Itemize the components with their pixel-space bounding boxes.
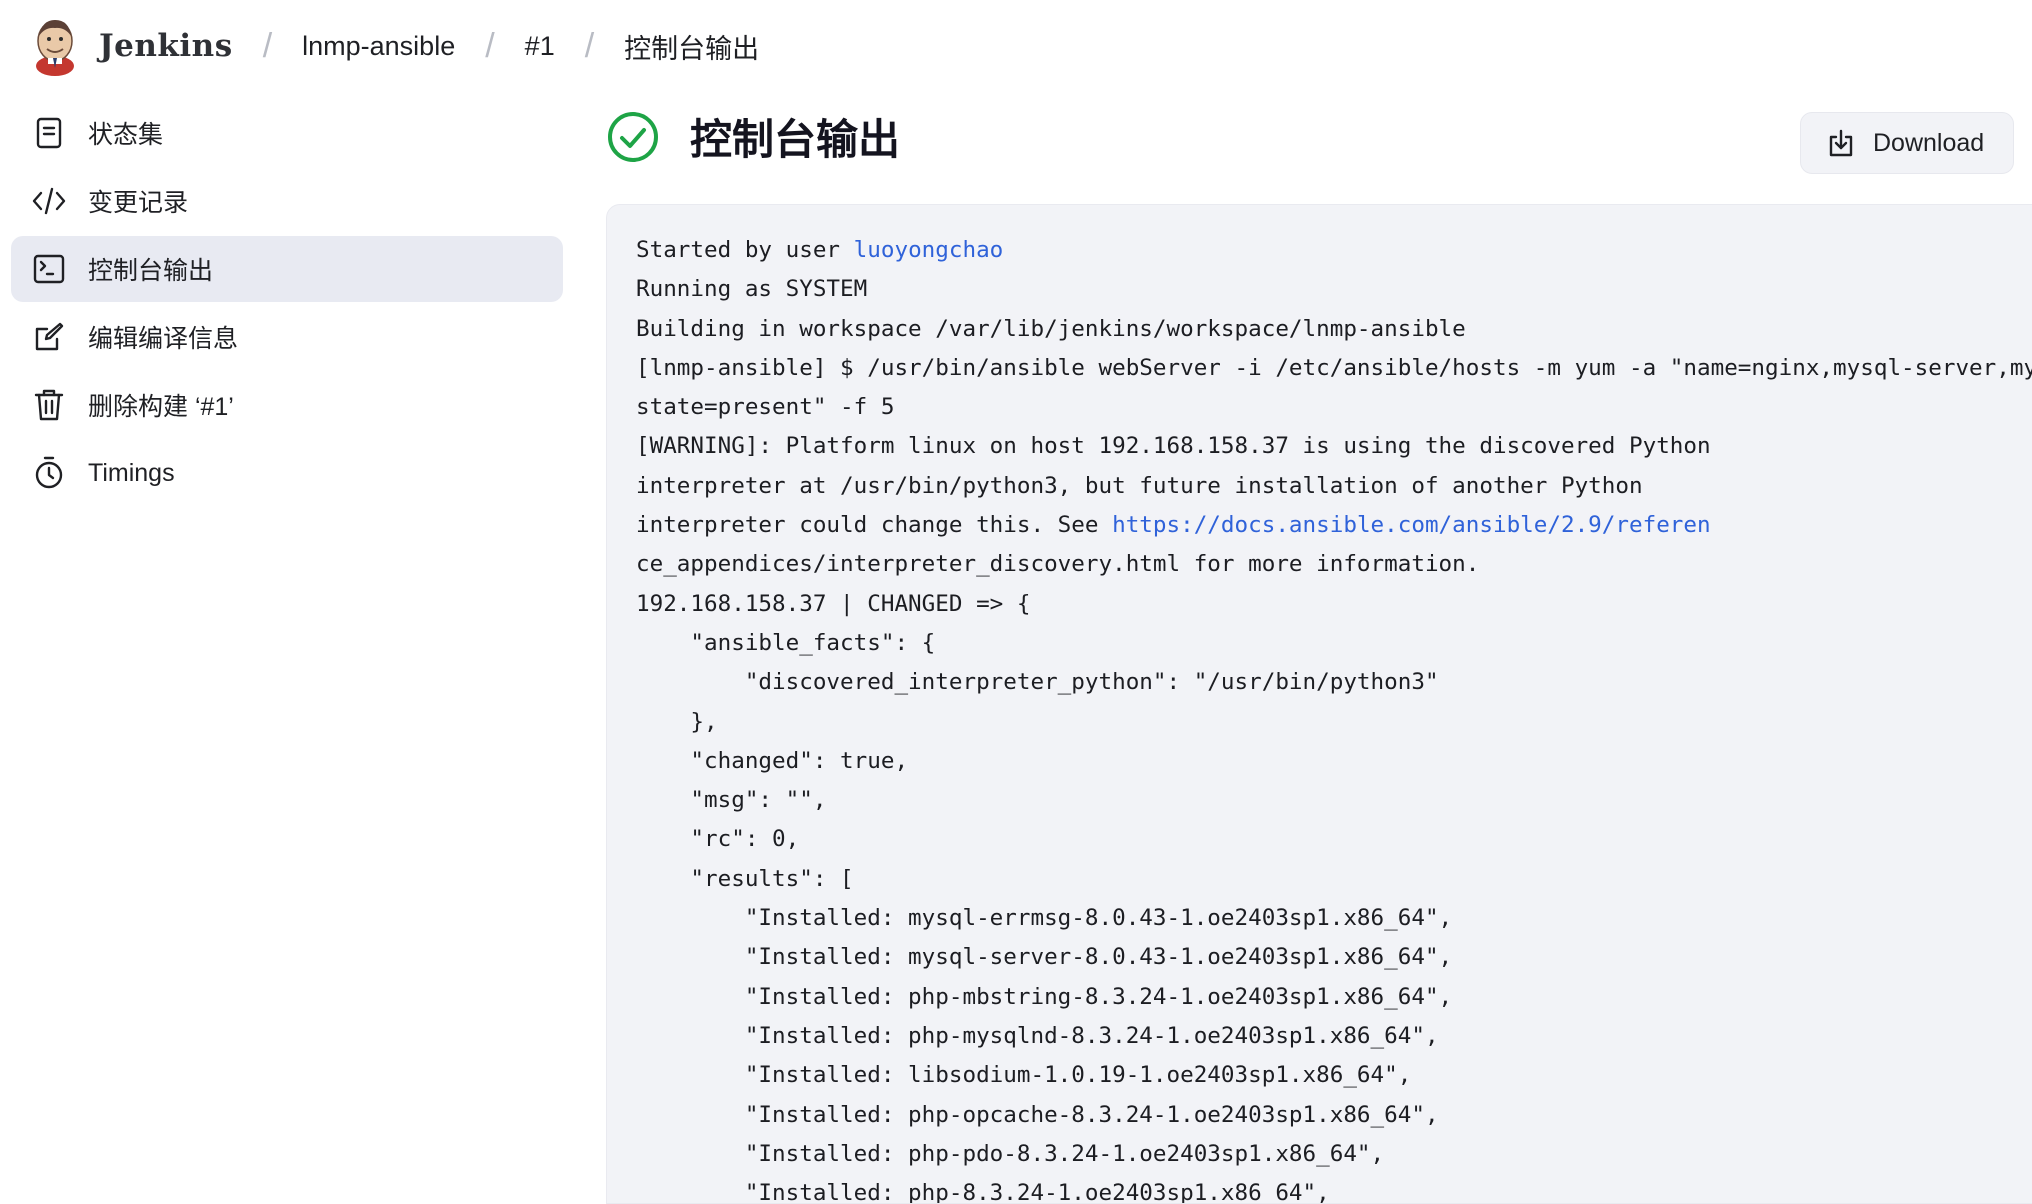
console-line: "changed": true,: [636, 747, 909, 774]
console-line: "Installed: mysql-errmsg-8.0.43-1.oe2403…: [636, 905, 1453, 932]
sidebar-item-label: Timings: [88, 458, 175, 487]
breadcrumb-separator: /: [584, 26, 595, 65]
docs-link[interactable]: https://docs.ansible.com/ansible/2.9/ref…: [1112, 512, 1711, 538]
sidebar-item-label: 编辑编译信息: [88, 325, 239, 353]
console-line: "Installed: php-8.3.24-1.oe2403sp1.x86_6…: [636, 1180, 1330, 1204]
sidebar-item-label: 控制台输出: [88, 257, 214, 285]
sidebar-item-label: 删除构建 ‘#1’: [88, 393, 234, 421]
console-line: [lnmp-ansible] $ /usr/bin/ansible webSer…: [636, 354, 2032, 381]
stopwatch-icon: [32, 456, 66, 490]
download-label: Download: [1873, 128, 1985, 157]
sidebar-item-timings[interactable]: Timings: [11, 440, 563, 506]
console-line: "discovered_interpreter_python": "/usr/b…: [636, 669, 1439, 696]
top-header: Jenkins / lnmp-ansible / #1 / 控制台输出: [0, 0, 2032, 92]
edit-icon: [32, 320, 66, 354]
sidebar-item-delete-build[interactable]: 删除构建 ‘#1’: [11, 372, 563, 438]
jenkins-logo-icon[interactable]: [32, 16, 78, 76]
console-line: 192.168.158.37 | CHANGED => {: [636, 590, 1031, 617]
console-line: "Installed: php-opcache-8.3.24-1.oe2403s…: [636, 1101, 1439, 1128]
console-line: Running as SYSTEM: [636, 276, 868, 303]
console-output[interactable]: Started by user luoyongchao Running as S…: [606, 204, 2032, 1204]
trash-icon: [32, 388, 66, 422]
sidebar-item-changes[interactable]: 变更记录: [11, 168, 563, 234]
page-title: 控制台输出: [690, 116, 901, 163]
console-text: Started by user luoyongchao Running as S…: [636, 231, 2032, 1204]
console-line: ce_appendices/interpreter_discovery.html…: [636, 551, 1480, 578]
console-line: "results": [: [636, 865, 854, 892]
console-line: [WARNING]: Platform linux on host 192.16…: [636, 433, 1711, 460]
console-line: },: [636, 708, 718, 735]
sidebar-nav: 状态集 变更记录 控制台输出 编辑编译信息 删除构建 ‘#1’ Timings: [11, 100, 563, 508]
console-line: "Installed: php-pdo-8.3.24-1.oe2403sp1.x…: [636, 1140, 1385, 1167]
console-line: "Installed: mysql-server-8.0.43-1.oe2403…: [636, 944, 1453, 971]
breadcrumb-job[interactable]: lnmp-ansible: [302, 31, 455, 62]
sidebar-item-status[interactable]: 状态集: [11, 100, 563, 166]
console-line: "rc": 0,: [636, 826, 800, 853]
console-line: Building in workspace /var/lib/jenkins/w…: [636, 315, 1466, 342]
console-line: "ansible_facts": {: [636, 629, 936, 656]
page-heading: 控制台输出: [606, 106, 900, 167]
console-line: Started by user: [636, 237, 854, 263]
breadcrumb-current-page[interactable]: 控制台输出: [624, 27, 759, 66]
console-line: interpreter at /usr/bin/python3, but fut…: [636, 472, 1643, 499]
console-line: "Installed: php-mysqlnd-8.3.24-1.oe2403s…: [636, 1022, 1439, 1049]
download-icon: [1829, 129, 1853, 157]
breadcrumb-separator: /: [485, 26, 495, 65]
console-line: "Installed: libsodium-1.0.19-1.oe2403sp1…: [636, 1062, 1412, 1089]
download-button[interactable]: Download: [1800, 112, 2014, 174]
sidebar-item-edit-build-info[interactable]: 编辑编译信息: [11, 304, 563, 370]
breadcrumb-build[interactable]: #1: [525, 31, 555, 62]
breadcrumb-separator: /: [262, 26, 273, 65]
sidebar-item-console-output[interactable]: 控制台输出: [11, 236, 563, 302]
sidebar-item-label: 变更记录: [88, 189, 189, 217]
console-line: "msg": "",: [636, 787, 827, 814]
document-icon: [32, 116, 66, 150]
sidebar-item-label: 状态集: [88, 121, 164, 149]
jenkins-brand-link[interactable]: Jenkins: [99, 28, 233, 64]
terminal-icon: [32, 252, 66, 286]
code-icon: [32, 184, 66, 218]
user-link[interactable]: luoyongchao: [854, 237, 1004, 263]
console-line: interpreter could change this. See: [636, 512, 1113, 539]
console-line: state=present" -f 5: [636, 394, 895, 421]
success-check-icon: [608, 111, 658, 162]
console-line: "Installed: php-mbstring-8.3.24-1.oe2403…: [636, 983, 1453, 1010]
